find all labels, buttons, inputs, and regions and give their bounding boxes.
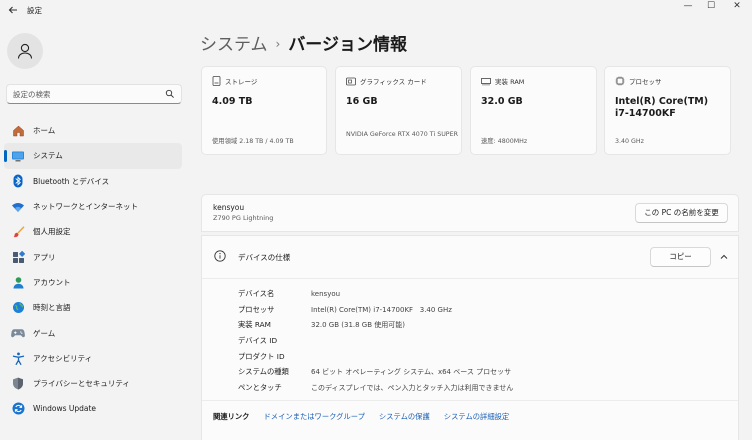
sidebar-item-privacy[interactable]: プライバシーとセキュリティ — [4, 371, 182, 396]
sidebar-nav: ホーム システム Bluetooth とデバイス ネットワークとインターネット … — [4, 118, 182, 422]
cpu-value: Intel(R) Core(TM) i7-14700KF — [615, 96, 709, 119]
app-title: 設定 — [27, 6, 42, 15]
avatar[interactable] — [7, 33, 43, 69]
cpu-icon — [615, 76, 625, 86]
device-model: Z790 PG Lightning — [213, 214, 274, 222]
ram-value: 32.0 GB — [481, 96, 523, 107]
gpu-name: NVIDIA GeForce RTX 4070 Ti SUPER — [346, 131, 458, 138]
wifi-icon — [11, 200, 25, 214]
sidebar-item-accessibility[interactable]: アクセシビリティ — [4, 346, 182, 371]
sidebar-item-bluetooth[interactable]: Bluetooth とデバイス — [4, 169, 182, 194]
spec-table: デバイス名 kensyou プロセッサ Intel(R) Core(TM) i7-1… — [238, 286, 513, 396]
sidebar-item-system[interactable]: システム — [4, 143, 182, 169]
storage-usage: 使用領域 2.18 TB / 4.09 TB — [212, 138, 294, 145]
storage-icon — [212, 76, 221, 86]
system-icon — [11, 149, 25, 163]
accessibility-icon — [11, 351, 25, 365]
device-spec-section: デバイスの仕様 コピー デバイス名 kensyou プロセッサ Intel(R) C… — [201, 235, 739, 440]
gpu-card[interactable]: グラフィックス カード 16 GB NVIDIA GeForce RTX 407… — [335, 66, 462, 155]
spec-row-processor: プロセッサ Intel(R) Core(TM) i7-14700KF 3.40 G… — [238, 304, 452, 314]
account-icon — [11, 275, 25, 289]
apps-icon — [11, 250, 25, 264]
home-icon — [11, 124, 25, 138]
sidebar-item-accounts[interactable]: アカウント — [4, 270, 182, 295]
shield-icon — [11, 377, 25, 391]
related-links-label: 関連リンク — [213, 412, 250, 421]
device-spec-title: デバイスの仕様 — [238, 253, 291, 262]
rename-pc-button[interactable]: この PC の名前を変更 — [635, 203, 728, 223]
back-arrow-icon[interactable] — [6, 4, 20, 18]
link-system-protection[interactable]: システムの保護 — [379, 412, 430, 422]
device-name: kensyou — [213, 203, 245, 212]
search-box[interactable] — [6, 84, 182, 104]
cpu-card[interactable]: プロセッサ Intel(R) Core(TM) i7-14700KF 3.40 … — [604, 66, 731, 155]
sidebar-item-time-language[interactable]: 時刻と言語 — [4, 295, 182, 320]
breadcrumb: システム › バージョン情報 — [200, 30, 407, 55]
search-input[interactable] — [13, 88, 163, 101]
page-title: バージョン情報 — [288, 35, 407, 55]
spec-row-device-name: デバイス名 kensyou — [238, 288, 341, 298]
device-spec-body: デバイス名 kensyou プロセッサ Intel(R) Core(TM) i7-1… — [202, 278, 738, 400]
sidebar-item-home[interactable]: ホーム — [4, 118, 182, 143]
chevron-up-icon[interactable] — [718, 251, 730, 263]
ram-speed: 速度: 4800MHz — [481, 138, 528, 145]
globe-icon — [11, 301, 25, 315]
ram-label: 実装 RAM — [495, 78, 525, 86]
gpu-value: 16 GB — [346, 96, 378, 107]
device-spec-header[interactable]: デバイスの仕様 コピー — [202, 236, 738, 278]
storage-value: 4.09 TB — [212, 96, 253, 107]
spec-row-pen-touch: ペンとタッチ このディスプレイでは、ペン入力とタッチ入力は利用できません — [238, 382, 514, 392]
link-domain-workgroup[interactable]: ドメインまたはワークグループ — [263, 412, 364, 422]
spec-row-device-id: デバイス ID — [238, 335, 278, 345]
maximize-button[interactable]: ☐ — [698, 0, 724, 14]
gpu-label: グラフィックス カード — [360, 78, 427, 86]
update-icon — [11, 402, 25, 416]
copy-button[interactable]: コピー — [650, 247, 711, 267]
cpu-label: プロセッサ — [629, 78, 662, 86]
sidebar-item-windows-update[interactable]: Windows Update — [4, 396, 182, 421]
storage-label: ストレージ — [225, 78, 258, 86]
gpu-icon — [346, 77, 356, 85]
related-links: 関連リンク ドメインまたはワークグループ システムの保護 システムの詳細設定 — [202, 400, 738, 440]
sidebar-item-network[interactable]: ネットワークとインターネット — [4, 194, 182, 219]
sidebar-item-personalization[interactable]: 個人用設定 — [4, 219, 182, 244]
gamepad-icon — [11, 326, 25, 340]
info-icon — [214, 250, 226, 262]
device-name-row: kensyou Z790 PG Lightning この PC の名前を変更 — [201, 194, 739, 232]
spec-row-product-id: プロダクト ID — [238, 351, 285, 361]
bluetooth-icon — [11, 174, 25, 188]
spec-row-ram: 実装 RAM 32.0 GB (31.8 GB 使用可能) — [238, 320, 405, 330]
user-icon — [17, 43, 33, 59]
cpu-speed: 3.40 GHz — [615, 138, 644, 145]
breadcrumb-parent[interactable]: システム — [200, 35, 268, 55]
breadcrumb-separator: › — [275, 37, 281, 51]
title-bar: 設定 — ☐ ✕ — [0, 0, 752, 22]
sidebar-item-apps[interactable]: アプリ — [4, 244, 182, 269]
sidebar-item-gaming[interactable]: ゲーム — [4, 320, 182, 345]
search-icon[interactable] — [165, 89, 175, 99]
ram-icon — [481, 77, 491, 85]
brush-icon — [11, 225, 25, 239]
spec-row-system-type: システムの種類 64 ビット オペレーティング システム、x64 ベース プロセッ… — [238, 367, 512, 377]
link-advanced-system-settings[interactable]: システムの詳細設定 — [444, 412, 509, 422]
close-button[interactable]: ✕ — [724, 0, 750, 14]
ram-card[interactable]: 実装 RAM 32.0 GB 速度: 4800MHz — [470, 66, 597, 155]
storage-card[interactable]: ストレージ 4.09 TB 使用領域 2.18 TB / 4.09 TB — [201, 66, 327, 155]
